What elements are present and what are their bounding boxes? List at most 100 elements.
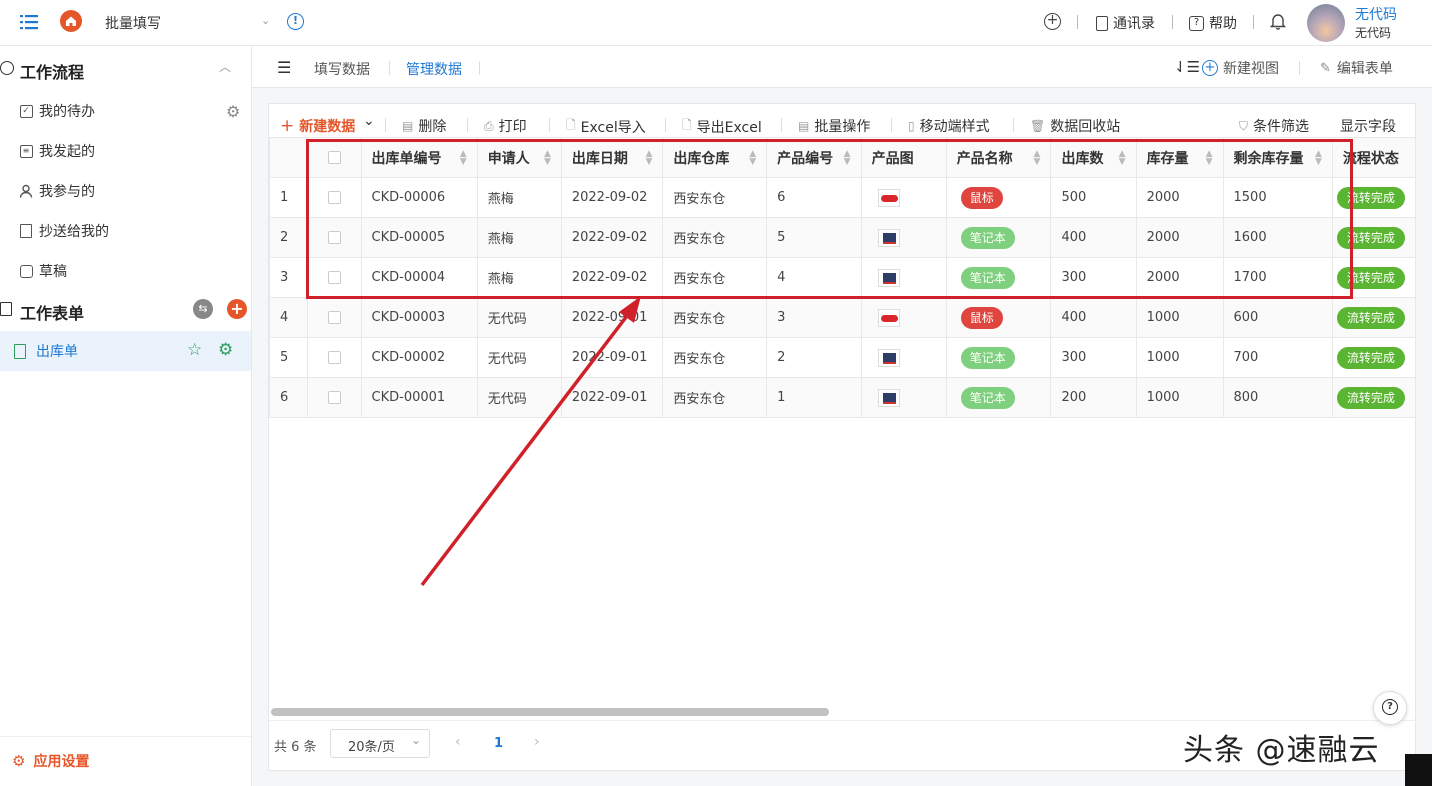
cell-remain: 700	[1222, 337, 1333, 378]
tab-manage-data[interactable]: 管理数据	[406, 59, 462, 79]
settings-gear-icon[interactable]: ⚙	[226, 102, 240, 121]
cell-warehouse: 西安东仓	[662, 377, 768, 418]
sort-lines-icon[interactable]: ⇃☰	[1174, 58, 1200, 76]
chevron-down-icon[interactable]: ⌄	[261, 14, 270, 27]
cell-product-name: 鼠标	[945, 297, 1052, 338]
user-name[interactable]: 无代码	[1355, 4, 1397, 24]
laptop-image-icon[interactable]	[877, 348, 900, 367]
add-circle-icon: +	[1202, 60, 1218, 76]
contacts-icon	[1096, 15, 1108, 31]
workflow-section-header[interactable]: 工作流程 ︿	[0, 56, 251, 86]
product-tag: 笔记本	[960, 386, 1015, 409]
sidebar-item-cc[interactable]: 抄送给我的	[0, 211, 251, 251]
info-icon[interactable]: !	[287, 13, 304, 30]
switch-icon[interactable]: ⇆	[193, 299, 213, 319]
current-page[interactable]: 1	[494, 736, 503, 751]
chevron-up-icon[interactable]: ︿	[219, 58, 231, 75]
row-index: 2	[269, 217, 309, 258]
cell-warehouse: 西安东仓	[662, 337, 768, 378]
new-view-button[interactable]: + 新建视图	[1202, 58, 1279, 78]
total-count: 共 6 条	[274, 740, 317, 755]
row-checkbox[interactable]	[307, 337, 362, 378]
help-icon: ?	[1189, 15, 1204, 31]
add-form-icon[interactable]: +	[227, 299, 247, 319]
next-page-button[interactable]: ›	[534, 734, 540, 750]
main-tabs: ☰ 填写数据 管理数据 ⇃☰ + 新建视图 ✎ 编辑表单	[252, 46, 1432, 88]
sidebar: 工作流程 ︿ ✓ 我的待办 ⚙ ≡ 我发起的 我参与的 抄送给我的 草稿 工作表…	[0, 46, 252, 786]
page-size-select[interactable]: 20条/页 ⌄	[330, 729, 430, 758]
row-checkbox[interactable]	[307, 377, 362, 418]
forms-section-header[interactable]: 工作表单 ⇆ +	[0, 296, 251, 326]
cell-stock: 1000	[1135, 377, 1224, 418]
user-sub: 无代码	[1355, 26, 1392, 40]
status-badge: 流转完成	[1336, 346, 1405, 369]
product-tag: 笔记本	[960, 346, 1015, 369]
row-index: 3	[269, 257, 309, 298]
gear-icon: ⚙	[12, 752, 26, 770]
document-icon	[12, 343, 28, 359]
bell-icon[interactable]	[1269, 13, 1287, 34]
annotation-arrow	[420, 296, 641, 587]
cell-image[interactable]	[860, 377, 947, 418]
add-circle-icon[interactable]: +	[1044, 13, 1061, 30]
form-icon	[0, 302, 12, 316]
cell-status: 流转完成	[1331, 297, 1416, 338]
row-index: 4	[269, 297, 309, 338]
home-icon[interactable]	[60, 10, 82, 32]
list-icon: ≡	[18, 143, 34, 159]
prev-page-button[interactable]: ‹	[455, 734, 461, 750]
cell-product-name: 笔记本	[945, 377, 1052, 418]
pencil-icon: ✎	[1320, 60, 1331, 76]
list-toggle-icon[interactable]: ☰	[277, 58, 291, 77]
watermark: 头条 @速融云	[1183, 733, 1380, 768]
document-icon	[18, 223, 34, 239]
laptop-image-icon[interactable]	[877, 388, 900, 407]
help-link[interactable]: ? 帮助	[1189, 13, 1237, 33]
cell-out: 200	[1050, 377, 1137, 418]
top-bar: 批量填写 ⌄ ! + 通讯录 ? 帮助 无代码 无代码	[0, 0, 1432, 46]
sidebar-item-todo[interactable]: ✓ 我的待办 ⚙	[0, 91, 251, 131]
edit-form-button[interactable]: ✎ 编辑表单	[1320, 58, 1393, 78]
product-tag: 鼠标	[960, 306, 1003, 329]
sidebar-item-involved[interactable]: 我参与的	[0, 171, 251, 211]
workflow-icon	[0, 61, 14, 75]
cell-warehouse: 西安东仓	[662, 297, 768, 338]
star-icon[interactable]: ☆	[187, 340, 202, 360]
row-checkbox[interactable]	[307, 297, 362, 338]
cell-stock: 1000	[1135, 337, 1224, 378]
chevron-down-icon: ⌄	[411, 733, 422, 747]
horizontal-scrollbar[interactable]	[271, 708, 829, 716]
question-icon: ?	[1382, 698, 1398, 715]
cell-pid: 1	[766, 377, 862, 418]
sidebar-item-started[interactable]: ≡ 我发起的	[0, 131, 251, 171]
menu-icon[interactable]	[20, 13, 38, 31]
app-settings-link[interactable]: ⚙ 应用设置	[12, 751, 89, 771]
check-square-icon: ✓	[18, 103, 34, 119]
cell-out: 300	[1050, 337, 1137, 378]
cell-remain: 800	[1222, 377, 1333, 418]
highlight-box	[306, 139, 1353, 299]
user-icon	[18, 183, 34, 199]
tab-fill-data[interactable]: 填写数据	[314, 59, 370, 79]
cell-image[interactable]	[860, 337, 947, 378]
draft-icon	[18, 263, 34, 279]
sidebar-item-drafts[interactable]: 草稿	[0, 251, 251, 291]
status-badge: 流转完成	[1336, 386, 1405, 409]
status-badge: 流转完成	[1336, 306, 1405, 329]
cell-out: 400	[1050, 297, 1137, 338]
gear-icon[interactable]: ⚙	[218, 340, 233, 360]
cell-status: 流转完成	[1331, 337, 1416, 378]
avatar[interactable]	[1307, 4, 1345, 42]
sidebar-item-outbound-form[interactable]: 出库单 ☆ ⚙	[0, 331, 251, 371]
cell-image[interactable]	[860, 297, 947, 338]
row-index: 5	[269, 337, 309, 378]
app-title: 批量填写	[105, 16, 161, 32]
row-index: 6	[269, 377, 309, 418]
cell-pid: 2	[766, 337, 862, 378]
mouse-image-icon[interactable]	[877, 308, 900, 327]
row-index: 1	[269, 177, 309, 218]
cell-status: 流转完成	[1331, 377, 1416, 418]
cell-stock: 1000	[1135, 297, 1224, 338]
cell-product-name: 笔记本	[945, 337, 1052, 378]
contacts-link[interactable]: 通讯录	[1096, 13, 1155, 33]
